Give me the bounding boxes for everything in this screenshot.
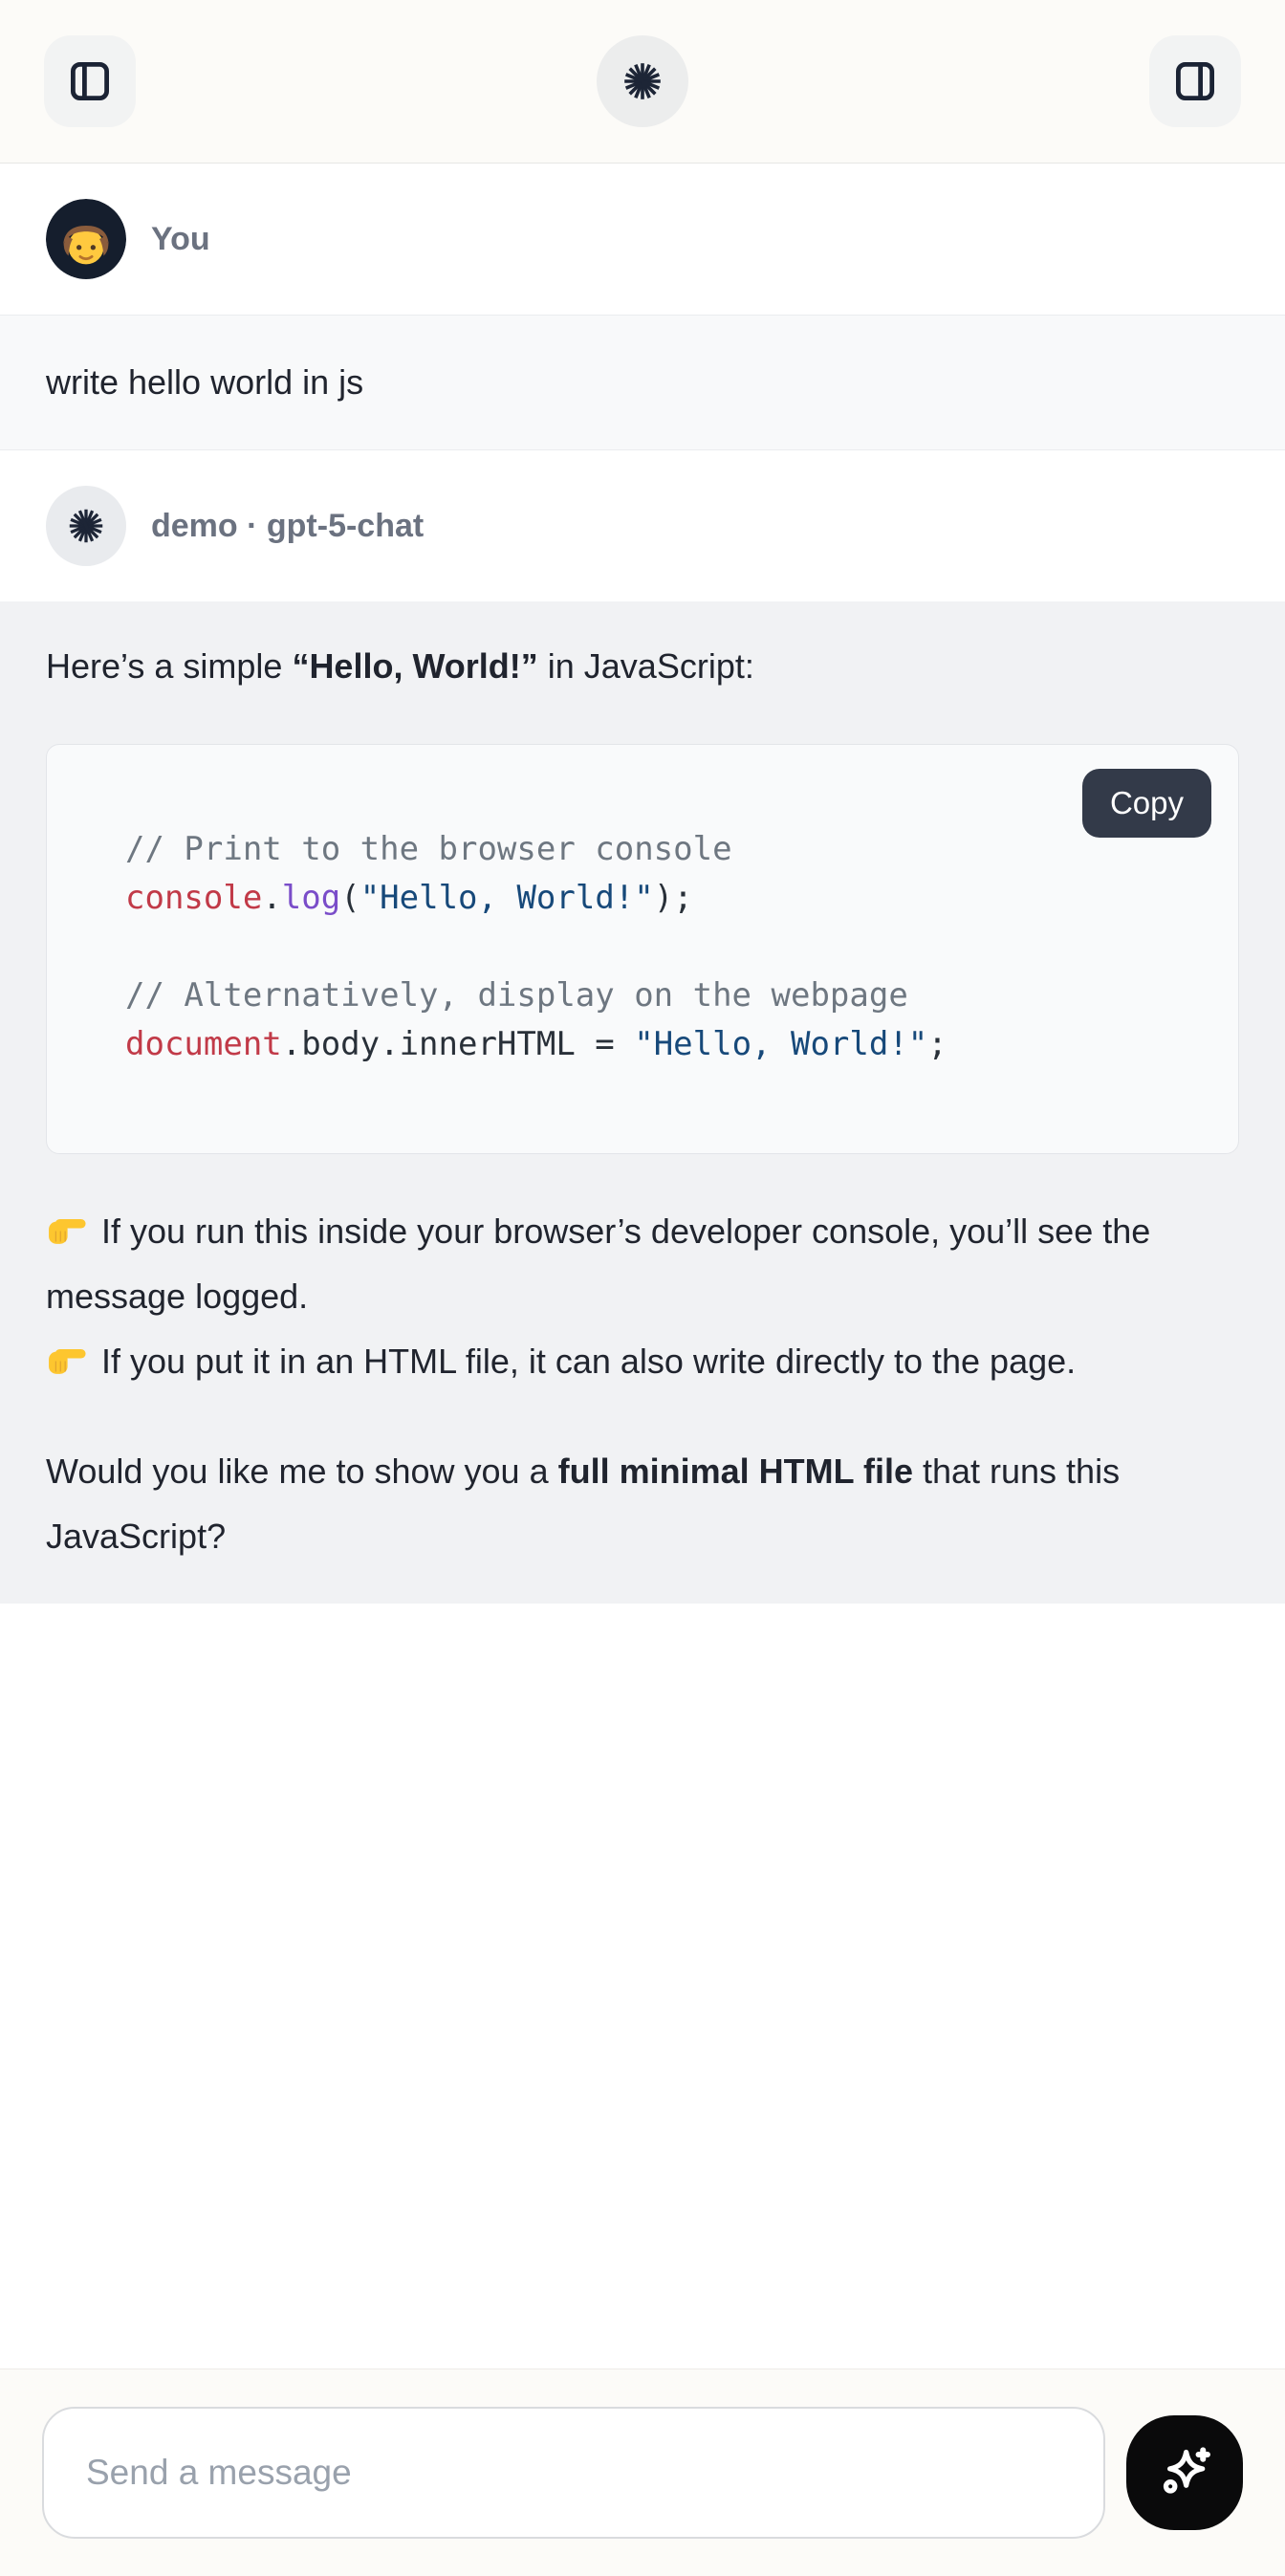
right-panel-toggle-button[interactable] <box>1149 35 1241 127</box>
user-message-header: You <box>0 164 1285 315</box>
assistant-name: demo · gpt-5-chat <box>151 508 424 545</box>
assistant-tip-2: If you put it in an HTML file, it can al… <box>46 1329 1239 1394</box>
assistant-intro: Here’s a simple “Hello, World!” in JavaS… <box>46 634 1239 699</box>
code-block: Copy // Print to the browser consolecons… <box>46 744 1239 1154</box>
code-content: // Print to the browser consoleconsole.l… <box>125 825 1200 1069</box>
user-name: You <box>151 221 210 258</box>
copy-button[interactable]: Copy <box>1082 769 1211 838</box>
user-message: You write hello world in js <box>0 164 1285 450</box>
model-button[interactable] <box>597 35 688 127</box>
intro-text: Here’s a simple <box>46 646 292 686</box>
starburst-avatar-icon <box>65 505 107 547</box>
user-message-body: write hello world in js <box>0 315 1285 450</box>
message-input[interactable]: Send a message <box>42 2407 1105 2539</box>
starburst-icon <box>620 58 665 104</box>
assistant-message-body: Here’s a simple “Hello, World!” in JavaS… <box>0 601 1285 1604</box>
panel-left-icon <box>67 58 113 104</box>
intro-text-end: in JavaScript: <box>538 646 754 686</box>
assistant-question: Would you like me to show you a full min… <box>46 1439 1239 1569</box>
chat-app: You write hello world in js <box>0 0 1285 2576</box>
tip-1-text: If you run this inside your browser’s de… <box>46 1212 1150 1316</box>
question-bold-text: full minimal HTML file <box>558 1452 913 1491</box>
assistant-tips: If you run this inside your browser’s de… <box>46 1199 1239 1394</box>
sparkles-icon <box>1153 2441 1216 2504</box>
user-message-text: write hello world in js <box>46 363 1239 402</box>
sidebar-toggle-button[interactable] <box>44 35 136 127</box>
question-text: Would you like me to show you a <box>46 1452 558 1491</box>
pointing-right-emoji <box>46 1338 88 1380</box>
send-button[interactable] <box>1126 2415 1243 2530</box>
assistant-tip-1: If you run this inside your browser’s de… <box>46 1199 1239 1329</box>
user-avatar <box>46 199 126 279</box>
person-emoji-avatar <box>46 199 126 279</box>
assistant-message: demo · gpt-5-chat Here’s a simple “Hello… <box>0 450 1285 1604</box>
pointing-right-emoji <box>46 1208 88 1250</box>
assistant-message-header: demo · gpt-5-chat <box>0 450 1285 601</box>
chat-scroll-area[interactable]: You write hello world in js <box>0 164 1285 1604</box>
composer: Send a message <box>0 2369 1285 2576</box>
assistant-avatar <box>46 486 126 566</box>
intro-bold-text: “Hello, World!” <box>292 646 537 686</box>
tip-2-text: If you put it in an HTML file, it can al… <box>92 1342 1076 1381</box>
top-bar <box>0 0 1285 164</box>
panel-right-icon <box>1172 58 1218 104</box>
input-placeholder: Send a message <box>86 2453 352 2493</box>
